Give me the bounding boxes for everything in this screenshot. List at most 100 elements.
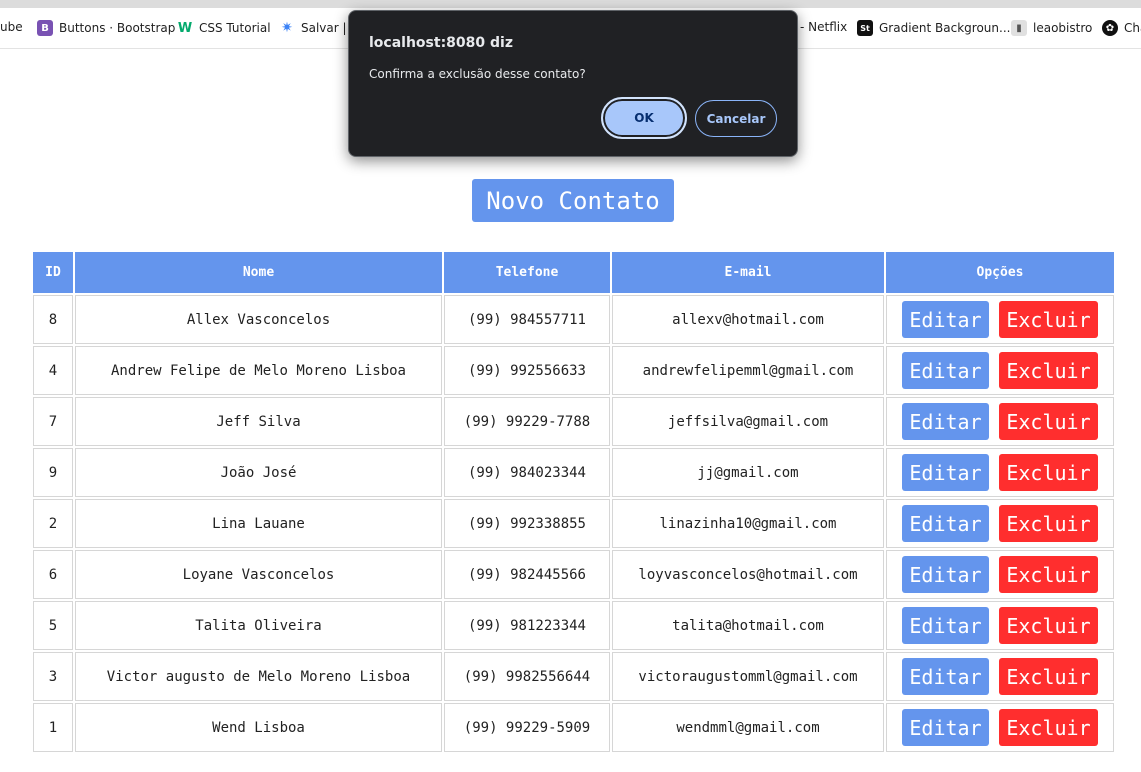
delete-button[interactable]: Excluir <box>999 709 1098 746</box>
bookmark-leaobistro[interactable]: ▮ leaobistro <box>1011 20 1092 36</box>
cell-id: 1 <box>33 703 73 752</box>
row-actions: Editar Excluir <box>887 403 1113 440</box>
cell-opcoes: Editar Excluir <box>886 346 1114 395</box>
cell-telefone: (99) 9982556644 <box>444 652 610 701</box>
dialog-message: Confirma a exclusão desse contato? <box>369 67 586 81</box>
table-row: 1 Wend Lisboa (99) 99229-5909 wendmml@gmail… <box>33 703 1114 752</box>
page-icon: ▮ <box>1011 20 1027 36</box>
cell-email: andrewfelipemml@gmail.com <box>612 346 884 395</box>
table-header-row: ID Nome Telefone E-mail Opções <box>33 252 1114 293</box>
edit-button[interactable]: Editar <box>902 607 989 644</box>
row-actions: Editar Excluir <box>887 709 1113 746</box>
cell-opcoes: Editar Excluir <box>886 448 1114 497</box>
cell-telefone: (99) 992556633 <box>444 346 610 395</box>
table-row: 3 Victor augusto de Melo Moreno Lisboa (99… <box>33 652 1114 701</box>
cell-telefone: (99) 981223344 <box>444 601 610 650</box>
edit-button[interactable]: Editar <box>902 301 989 338</box>
cell-opcoes: Editar Excluir <box>886 499 1114 548</box>
cell-telefone: (99) 982445566 <box>444 550 610 599</box>
bookmark-label: CSS Tutorial <box>199 21 271 35</box>
bookmark-netflix[interactable]: - Netflix <box>800 20 847 34</box>
cancel-button[interactable]: Cancelar <box>695 100 777 137</box>
cell-id: 6 <box>33 550 73 599</box>
row-actions: Editar Excluir <box>887 556 1113 593</box>
delete-button[interactable]: Excluir <box>999 352 1098 389</box>
bookmark-salvar[interactable]: ✷ Salvar | V <box>279 20 358 36</box>
bookmark-css-tutorial[interactable]: W CSS Tutorial <box>177 20 271 36</box>
cell-id: 5 <box>33 601 73 650</box>
cell-id: 3 <box>33 652 73 701</box>
cell-nome: Victor augusto de Melo Moreno Lisboa <box>75 652 442 701</box>
table-row: 2 Lina Lauane (99) 992338855 linazinha10@gm… <box>33 499 1114 548</box>
cell-email: jj@gmail.com <box>612 448 884 497</box>
table-row: 5 Talita Oliveira (99) 981223344 talita@hot… <box>33 601 1114 650</box>
cell-id: 4 <box>33 346 73 395</box>
cell-nome: Loyane Vasconcelos <box>75 550 442 599</box>
table-row: 9 João José (99) 984023344 jj@gmail.com Edit… <box>33 448 1114 497</box>
cell-id: 9 <box>33 448 73 497</box>
cell-opcoes: Editar Excluir <box>886 652 1114 701</box>
bookmark-gradient[interactable]: St Gradient Backgroun... <box>857 20 1010 36</box>
edit-button[interactable]: Editar <box>902 505 989 542</box>
cell-email: linazinha10@gmail.com <box>612 499 884 548</box>
edit-button[interactable]: Editar <box>902 403 989 440</box>
edit-button[interactable]: Editar <box>902 709 989 746</box>
bookmark-label: Cha <box>1124 21 1141 35</box>
row-actions: Editar Excluir <box>887 301 1113 338</box>
delete-button[interactable]: Excluir <box>999 454 1098 491</box>
delete-button[interactable]: Excluir <box>999 556 1098 593</box>
cell-nome: João José <box>75 448 442 497</box>
cell-email: jeffsilva@gmail.com <box>612 397 884 446</box>
edit-button[interactable]: Editar <box>902 454 989 491</box>
table-row: 4 Andrew Felipe de Melo Moreno Lisboa (99)… <box>33 346 1114 395</box>
row-actions: Editar Excluir <box>887 454 1113 491</box>
edit-button[interactable]: Editar <box>902 556 989 593</box>
header-email: E-mail <box>612 252 884 293</box>
delete-button[interactable]: Excluir <box>999 505 1098 542</box>
cell-nome: Allex Vasconcelos <box>75 295 442 344</box>
bookmark-bootstrap[interactable]: B Buttons · Bootstrap <box>37 20 175 36</box>
cell-opcoes: Editar Excluir <box>886 601 1114 650</box>
header-nome: Nome <box>75 252 442 293</box>
cell-telefone: (99) 992338855 <box>444 499 610 548</box>
delete-button[interactable]: Excluir <box>999 403 1098 440</box>
bookmark-youtube[interactable]: ube <box>0 20 23 34</box>
delete-button[interactable]: Excluir <box>999 658 1098 695</box>
ok-button[interactable]: OK <box>601 97 687 139</box>
cell-opcoes: Editar Excluir <box>886 295 1114 344</box>
chatgpt-icon: ✿ <box>1102 20 1118 36</box>
bookmark-label: - Netflix <box>800 20 848 34</box>
new-contact-button[interactable]: Novo Contato <box>472 179 674 222</box>
cell-email: talita@hotmail.com <box>612 601 884 650</box>
cell-nome: Lina Lauane <box>75 499 442 548</box>
cell-telefone: (99) 99229-5909 <box>444 703 610 752</box>
cell-id: 8 <box>33 295 73 344</box>
cell-id: 7 <box>33 397 73 446</box>
table-row: 8 Allex Vasconcelos (99) 984557711 allexv@h… <box>33 295 1114 344</box>
bookmark-label: ube <box>0 20 23 34</box>
contacts-table: ID Nome Telefone E-mail Opções 8 Allex Va… <box>31 250 1116 754</box>
bookmark-chatgpt[interactable]: ✿ Cha <box>1102 20 1141 36</box>
bookmark-label: leaobistro <box>1033 21 1093 35</box>
cell-telefone: (99) 99229-7788 <box>444 397 610 446</box>
header-opcoes: Opções <box>886 252 1114 293</box>
table-row: 7 Jeff Silva (99) 99229-7788 jeffsilva@gmai… <box>33 397 1114 446</box>
cell-nome: Andrew Felipe de Melo Moreno Lisboa <box>75 346 442 395</box>
cell-id: 2 <box>33 499 73 548</box>
delete-button[interactable]: Excluir <box>999 301 1098 338</box>
cell-nome: Talita Oliveira <box>75 601 442 650</box>
bookmark-label: Gradient Backgroun... <box>879 21 1011 35</box>
cell-opcoes: Editar Excluir <box>886 550 1114 599</box>
edit-button[interactable]: Editar <box>902 352 989 389</box>
cell-email: victoraugustomml@gmail.com <box>612 652 884 701</box>
edit-button[interactable]: Editar <box>902 658 989 695</box>
cell-telefone: (99) 984557711 <box>444 295 610 344</box>
dialog-title: localhost:8080 diz <box>369 35 513 51</box>
delete-button[interactable]: Excluir <box>999 607 1098 644</box>
row-actions: Editar Excluir <box>887 505 1113 542</box>
confirm-dialog: localhost:8080 diz Confirma a exclusão d… <box>348 10 798 157</box>
cell-email: allexv@hotmail.com <box>612 295 884 344</box>
row-actions: Editar Excluir <box>887 658 1113 695</box>
header-id: ID <box>33 252 73 293</box>
cell-nome: Wend Lisboa <box>75 703 442 752</box>
